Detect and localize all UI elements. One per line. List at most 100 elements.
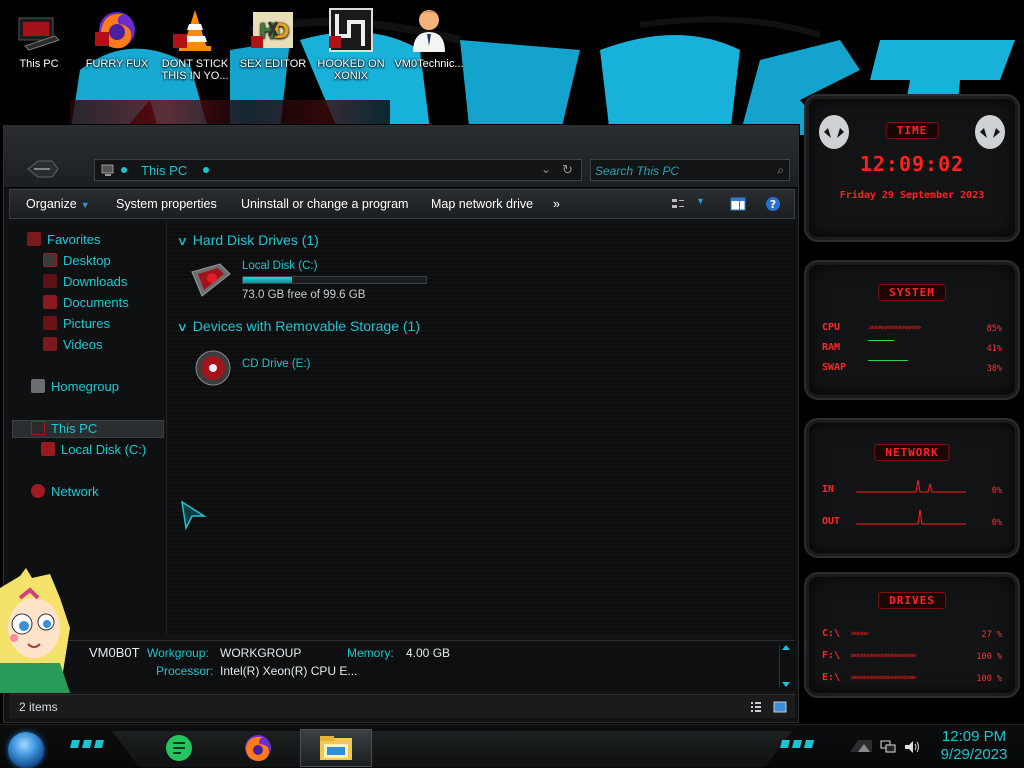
desktop-icon-label: SEX EDITOR [239,58,307,70]
window-toolbar: This PC ⌄ ↻ ⌕ [4,126,798,188]
network-icon [31,484,45,498]
drive-c[interactable]: Local Disk (C:) 73.0 GB free of 99.6 GB [170,258,450,306]
command-bar: Organize ▼ System properties Uninstall or… [9,189,795,219]
swap-value: 38% [986,364,1002,374]
nav-this-pc[interactable]: This PC [31,419,97,439]
item-count: 2 items [19,700,58,714]
nav-documents[interactable]: Documents [43,293,129,313]
swap-meter [868,360,908,361]
group-removable-storage[interactable]: ∨ Devices with Removable Storage (1) [177,318,421,334]
desktop-icon-this-pc[interactable]: This PC [0,4,78,90]
desktop-icon-xonix[interactable]: HOOKED ON XONIX [312,4,390,90]
hard-drive-icon [41,442,55,456]
processor-label: Processor: [156,664,214,678]
details-pane: VM0B0T Workgroup: WORKGROUP Memory: 4.00… [9,640,795,690]
network-in-label: IN [822,484,835,495]
drives-gadget[interactable]: DRIVES C:\ »»»»» 27 % F:\ »»»»»»»»»»»»»»… [804,572,1020,698]
uninstall-program-button[interactable]: Uninstall or change a program [241,197,408,211]
system-gadget[interactable]: SYSTEM CPU »»»»»»»»»»»»»»» 85% RAM 41% S… [804,260,1020,400]
more-commands-button[interactable]: » [553,197,560,211]
this-pc-icon [31,421,45,435]
network-in-value: 0% [991,486,1002,496]
drive-c-gadget-value: 27 % [981,630,1002,640]
time-gadget[interactable]: TIME 12:09:02 Friday 29 September 2023 [804,94,1020,242]
homegroup-icon [31,379,45,393]
organize-label: Organize [26,197,77,211]
network-out-graph [856,509,966,525]
start-button[interactable] [8,732,44,768]
pictures-icon [43,316,57,330]
drive-f-gadget-meter: »»»»»»»»»»»»»»»»»»» [850,651,917,661]
volume-icon[interactable] [904,740,920,754]
view-options-arrow-icon[interactable]: ▼ [696,196,705,206]
mouse-cursor-icon [181,500,206,530]
map-network-drive-button[interactable]: Map network drive [431,197,533,211]
network-tray-icon[interactable] [880,740,896,754]
desktop-icon-label: DONT STICK THIS IN YO... [161,58,229,82]
drive-e[interactable]: CD Drive (E:) [170,346,450,390]
cpu-value: 85% [986,324,1002,334]
chevron-down-icon[interactable]: ⌄ [541,162,551,176]
breadcrumb-this-pc[interactable]: This PC [141,163,187,178]
nav-homegroup[interactable]: Homegroup [31,377,119,397]
desktop-icon-label: HOOKED ON XONIX [317,58,385,82]
scroll-up-icon[interactable] [782,645,790,650]
system-gadget-title: SYSTEM [878,284,946,301]
notes-app-icon[interactable] [164,733,194,763]
drive-e-gadget-value: 100 % [976,674,1002,684]
breadcrumb-separator-icon[interactable] [203,167,209,173]
firefox-icon [93,6,141,54]
desktop-icon-sex-editor[interactable]: HD SEX EDITOR [234,4,312,90]
nav-favorites[interactable]: Favorites [27,230,100,250]
large-icons-view-icon[interactable] [773,700,787,714]
nav-local-disk[interactable]: Local Disk (C:) [41,440,146,460]
organize-button[interactable]: Organize ▼ [26,197,90,211]
nav-label: Documents [63,295,129,310]
desktop-icon-vm0technic[interactable]: VM0Technic... [390,4,468,90]
file-explorer-icon [320,736,352,760]
details-view-icon[interactable] [749,700,763,714]
help-icon[interactable]: ? [765,196,781,212]
taskbar-explorer-active[interactable] [300,729,372,767]
network-gadget[interactable]: NETWORK IN 0% OUT 0% [804,418,1020,558]
preview-pane-icon[interactable] [730,196,746,212]
back-forward-icon[interactable] [24,157,60,181]
scroll-down-icon[interactable] [782,682,790,687]
drive-e-gadget-meter: »»»»»»»»»»»»»»»»»»» [850,673,917,683]
network-gadget-title: NETWORK [874,444,950,461]
desktop-icon-dont-stick[interactable]: DONT STICK THIS IN YO... [156,4,234,90]
ram-meter [868,340,894,341]
nav-desktop[interactable]: Desktop [43,251,111,271]
explorer-window: This PC ⌄ ↻ ⌕ Organize▼ System propertie… [3,125,799,723]
show-hidden-icons[interactable] [850,740,872,752]
search-box[interactable]: ⌕ [590,159,790,181]
refresh-icon[interactable]: ↻ [562,162,573,178]
taskbar-clock[interactable]: 12:09 PM 9/29/2023 [930,728,1018,764]
nav-pictures[interactable]: Pictures [43,314,110,334]
nav-downloads[interactable]: Downloads [43,272,127,292]
group-hard-disk-drives[interactable]: ∨ Hard Disk Drives (1) [177,232,319,248]
memory-value: 4.00 GB [406,646,451,660]
system-properties-button[interactable]: System properties [116,197,217,211]
nav-videos[interactable]: Videos [43,335,103,355]
group-label: Hard Disk Drives (1) [192,232,319,248]
details-scrollbar[interactable] [779,645,790,687]
nav-label: Pictures [63,316,110,331]
group-label: Devices with Removable Storage (1) [192,318,421,334]
drive-e-name: CD Drive (E:) [242,358,311,370]
firefox-icon[interactable] [243,733,273,763]
search-input[interactable] [595,163,765,178]
alien-head-icon [819,115,849,149]
network-out-label: OUT [822,516,841,527]
search-icon[interactable]: ⌕ [777,163,784,178]
desktop-icon-label: This PC [19,58,59,70]
swap-label: SWAP [822,362,847,373]
desktop-icon-furry-fux[interactable]: FURRY FUX [78,4,156,90]
drive-f-gadget-label: F:\ [822,650,841,661]
change-view-icon[interactable] [670,196,686,212]
address-bar[interactable]: This PC ⌄ ↻ [94,159,582,181]
downloads-icon [43,274,57,288]
cd-drive-icon [195,350,231,386]
nav-network[interactable]: Network [31,482,99,502]
nav-label: Downloads [63,274,128,289]
